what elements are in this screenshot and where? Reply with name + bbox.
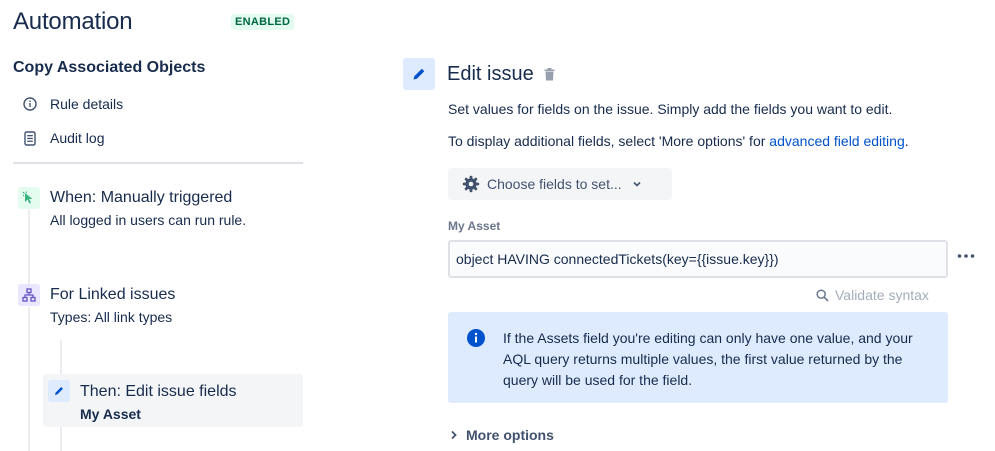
validate-syntax-button[interactable]: Validate syntax xyxy=(816,286,929,304)
status-badge: ENABLED xyxy=(231,14,295,30)
sidebar-item-label: Rule details xyxy=(50,96,124,112)
step-subtitle: All logged in users can run rule. xyxy=(50,212,247,228)
pencil-icon xyxy=(48,380,70,402)
info-icon xyxy=(20,94,40,114)
info-icon xyxy=(466,328,486,348)
rule-name: Copy Associated Objects xyxy=(13,59,206,76)
info-message-text: If the Assets field you're editing can o… xyxy=(503,330,913,388)
sidebar-item-rule-details[interactable]: Rule details xyxy=(20,93,123,115)
sidebar-item-audit-log[interactable]: Audit log xyxy=(20,127,104,149)
chevron-down-icon xyxy=(632,179,642,189)
pencil-icon xyxy=(403,58,435,90)
more-options-label: More options xyxy=(466,427,554,443)
rule-step-trigger[interactable]: When: Manually triggered All logged in u… xyxy=(18,187,303,233)
choose-fields-button[interactable]: Choose fields to set... xyxy=(448,168,672,200)
sidebar-item-label: Audit log xyxy=(50,130,105,146)
rule-step-branch[interactable]: For Linked issues Types: All link types xyxy=(18,284,303,330)
info-message: If the Assets field you're editing can o… xyxy=(448,312,948,403)
choose-fields-label: Choose fields to set... xyxy=(487,176,622,192)
chevron-right-icon xyxy=(450,430,458,440)
rule-step-action-selected[interactable]: Then: Edit issue fields My Asset xyxy=(43,374,303,427)
step-title: Then: Edit issue fields xyxy=(80,383,237,400)
panel-additional-fields-text: To display additional fields, select 'Mo… xyxy=(448,133,909,149)
panel-title: Edit issue xyxy=(447,63,534,85)
gear-icon xyxy=(462,175,480,193)
hierarchy-icon xyxy=(18,284,40,306)
validate-syntax-label: Validate syntax xyxy=(835,287,929,303)
step-title: When: Manually triggered xyxy=(50,189,233,206)
advanced-field-editing-link[interactable]: advanced field editing xyxy=(769,133,904,149)
divider xyxy=(13,162,303,164)
trash-icon[interactable] xyxy=(541,66,557,82)
my-asset-input[interactable] xyxy=(448,240,948,278)
panel-description: Set values for fields on the issue. Simp… xyxy=(448,101,893,117)
document-icon xyxy=(20,128,40,148)
step-subtitle: My Asset xyxy=(80,406,141,422)
cursor-trigger-icon xyxy=(18,187,40,209)
step-title: For Linked issues xyxy=(50,286,176,303)
field-label: My Asset xyxy=(448,219,501,233)
more-actions-icon[interactable] xyxy=(956,246,976,266)
page-title: Automation xyxy=(13,8,133,35)
more-options-toggle[interactable]: More options xyxy=(450,425,554,445)
step-subtitle: Types: All link types xyxy=(50,309,173,325)
search-icon xyxy=(816,288,829,302)
